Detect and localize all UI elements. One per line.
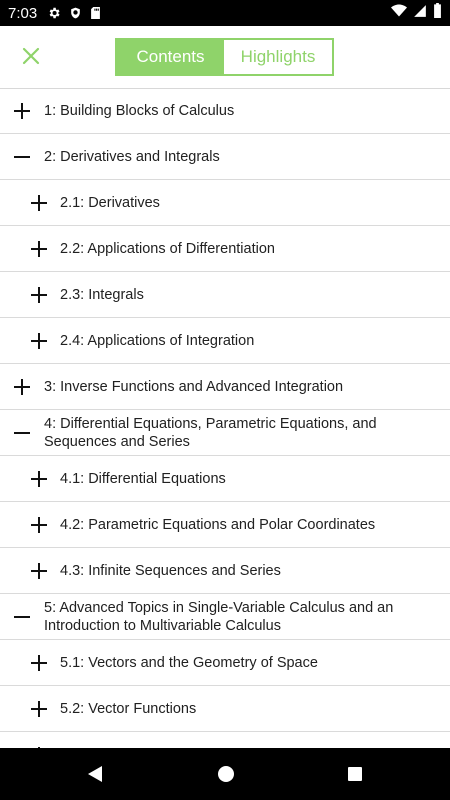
toc-item-label: 4.1: Differential Equations — [60, 470, 226, 487]
tab-highlights[interactable]: Highlights — [224, 40, 332, 74]
expand-icon[interactable] — [30, 332, 48, 350]
signal-icon — [413, 4, 427, 23]
expand-icon[interactable] — [30, 562, 48, 580]
toc-item-label: 4.2: Parametric Equations and Polar Coor… — [60, 516, 376, 533]
expand-icon[interactable] — [30, 194, 48, 212]
expand-icon[interactable] — [30, 240, 48, 258]
expand-icon[interactable] — [30, 286, 48, 304]
tab-switcher: Contents Highlights — [115, 38, 334, 76]
toc-item-label: 4.3: Infinite Sequences and Series — [60, 562, 281, 579]
toc-item[interactable]: 4: Differential Equations, Parametric Eq… — [0, 410, 450, 456]
expand-icon[interactable] — [13, 378, 31, 396]
back-icon[interactable] — [85, 764, 105, 784]
toc-item[interactable]: 5.3: Partial Derivatives — [0, 732, 450, 748]
toc-header: Contents Highlights — [0, 26, 450, 89]
toc-item-label: 2.1: Derivatives — [60, 194, 160, 211]
toc-item[interactable]: 4.2: Parametric Equations and Polar Coor… — [0, 502, 450, 548]
toc-list: 1: Building Blocks of Calculus 2: Derivat… — [0, 88, 450, 748]
toc-item[interactable]: 4.3: Infinite Sequences and Series — [0, 548, 450, 594]
toc-item[interactable]: 2.2: Applications of Differentiation — [0, 226, 450, 272]
toc-item[interactable]: 1: Building Blocks of Calculus — [0, 88, 450, 134]
collapse-icon[interactable] — [13, 424, 31, 442]
expand-icon[interactable] — [13, 102, 31, 120]
toc-item[interactable]: 5: Advanced Topics in Single-Variable Ca… — [0, 594, 450, 640]
toc-item[interactable]: 2.1: Derivatives — [0, 180, 450, 226]
expand-icon[interactable] — [30, 700, 48, 718]
toc-item-label: 5.2: Vector Functions — [60, 700, 197, 717]
toc-item-label: 2.3: Integrals — [60, 286, 144, 303]
status-bar: 7:03 — [0, 0, 450, 26]
status-time: 7:03 — [8, 4, 38, 22]
toc-item-label: 4: Differential Equations, Parametric Eq… — [44, 415, 377, 450]
toc-item-label: 3: Inverse Functions and Advanced Integr… — [44, 378, 344, 395]
shield-icon — [69, 6, 82, 20]
toc-item[interactable]: 4.1: Differential Equations — [0, 456, 450, 502]
expand-icon[interactable] — [30, 516, 48, 534]
toc-item-label: 2: Derivatives and Integrals — [44, 148, 220, 165]
toc-item-label: 1: Building Blocks of Calculus — [44, 102, 235, 119]
toc-item[interactable]: 5.2: Vector Functions — [0, 686, 450, 732]
toc-item[interactable]: 2.3: Integrals — [0, 272, 450, 318]
nav-bar — [0, 748, 450, 800]
expand-icon[interactable] — [30, 470, 48, 488]
home-icon[interactable] — [216, 764, 236, 784]
gear-icon — [47, 6, 61, 20]
wifi-icon — [391, 4, 407, 22]
expand-icon[interactable] — [30, 654, 48, 672]
tab-contents[interactable]: Contents — [117, 40, 224, 74]
toc-item-label: 2.2: Applications of Differentiation — [60, 240, 275, 257]
toc-item-label: 5.1: Vectors and the Geometry of Space — [60, 654, 318, 671]
battery-icon — [433, 3, 442, 23]
close-icon[interactable] — [18, 43, 44, 69]
sd-card-icon — [90, 6, 101, 20]
collapse-icon[interactable] — [13, 608, 31, 626]
toc-item-label: 2.4: Applications of Integration — [60, 332, 255, 349]
toc-item-label: 5: Advanced Topics in Single-Variable Ca… — [44, 599, 394, 634]
toc-item[interactable]: 2.4: Applications of Integration — [0, 318, 450, 364]
toc-item[interactable]: 5.1: Vectors and the Geometry of Space — [0, 640, 450, 686]
toc-item[interactable]: 3: Inverse Functions and Advanced Integr… — [0, 364, 450, 410]
collapse-icon[interactable] — [13, 148, 31, 166]
toc-item[interactable]: 2: Derivatives and Integrals — [0, 134, 450, 180]
recents-icon[interactable] — [345, 764, 365, 784]
